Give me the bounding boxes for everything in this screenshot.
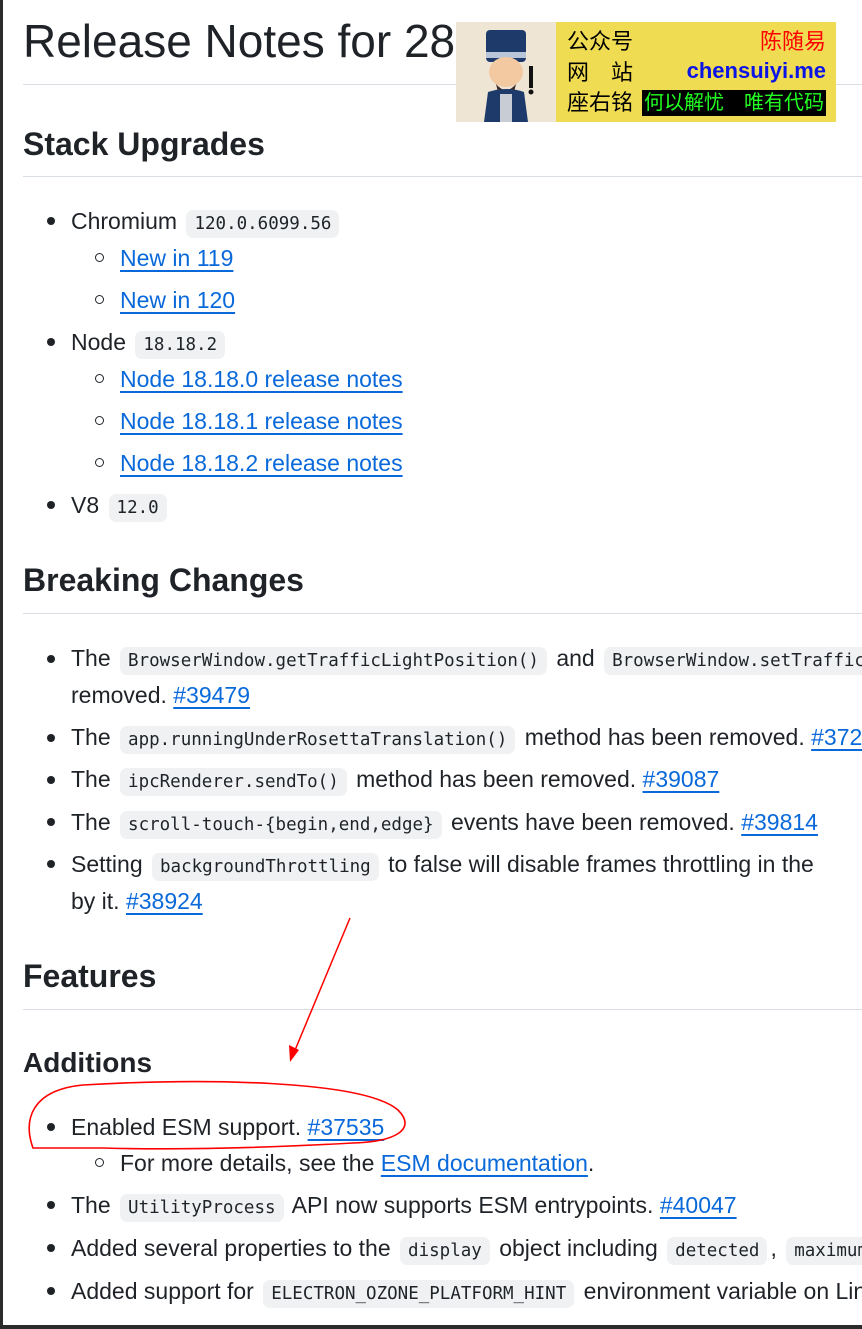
red-arrow xyxy=(292,917,351,1056)
arrow-head-icon xyxy=(289,1045,299,1062)
annotation-overlay xyxy=(28,917,406,1150)
release-notes-page: Release Notes for 28 公众号 陈随易 网 站 chensui… xyxy=(3,0,862,1325)
red-circle-annotation xyxy=(28,1080,406,1150)
